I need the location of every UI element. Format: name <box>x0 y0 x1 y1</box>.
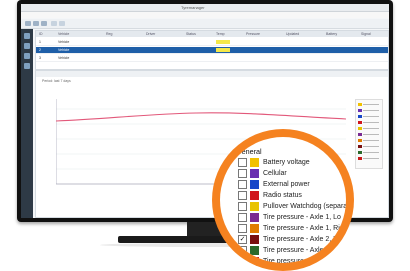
chart-legend-preview <box>355 99 383 169</box>
series-line <box>56 112 346 122</box>
status-highlight <box>216 48 230 52</box>
legend-item[interactable]: Tire pressure - Axle 2, Ri <box>238 245 346 256</box>
legend-label: Pullover Watchdog (separa <box>263 203 346 210</box>
col-header[interactable]: Updated <box>286 32 299 36</box>
nav-settings-icon[interactable] <box>24 63 30 69</box>
toolbar-button-icon[interactable] <box>51 21 57 26</box>
legend-swatch <box>250 235 259 244</box>
col-header[interactable]: Driver <box>146 32 155 36</box>
col-header[interactable]: Status <box>186 32 196 36</box>
legend-checkbox[interactable] <box>238 158 247 167</box>
cell-id: 1 <box>39 40 41 44</box>
cell-vehicle: Vehicle <box>58 40 70 44</box>
legend-label: External power <box>263 181 310 188</box>
chart-tabs <box>36 71 388 77</box>
legend-item[interactable]: Pullover Watchdog (separa <box>238 201 346 212</box>
legend-checkbox[interactable] <box>238 169 247 178</box>
legend-swatch <box>250 257 259 263</box>
col-header[interactable]: Reg <box>106 32 112 36</box>
menu-bar: File Edit View Tools Help <box>21 12 389 26</box>
legend-checkbox[interactable] <box>238 191 247 200</box>
toolbar <box>21 19 389 29</box>
legend-swatch <box>250 158 259 167</box>
legend-label: Tire pressure - Axle 1, Ri <box>263 225 340 232</box>
legend-item[interactable]: Tire pressure - Axle 1, Lo <box>238 212 346 223</box>
table-row[interactable]: 3 Vehicle <box>36 55 388 62</box>
table-row-selected[interactable]: 2 Vehicle <box>36 47 388 54</box>
magnifier-lens: General Battery voltage Cellular External … <box>220 137 346 263</box>
legend-label: Radio status <box>263 192 302 199</box>
nav-vehicles-icon[interactable] <box>24 43 30 49</box>
col-header[interactable]: Battery <box>326 32 337 36</box>
vehicle-grid: ID Vehicle Reg Driver Status Temp Pressu… <box>35 30 389 70</box>
legend-checkbox[interactable] <box>238 202 247 211</box>
legend-label: Tire pressure - Axle 1, Lo <box>263 214 341 221</box>
legend-label: Tire pressure - Axle 3, Lo <box>263 258 341 263</box>
status-highlight <box>216 40 230 44</box>
legend-swatch <box>250 169 259 178</box>
window-title: Tyremanager <box>181 5 205 10</box>
cell-vehicle: Vehicle <box>58 48 70 52</box>
legend-swatch <box>250 191 259 200</box>
legend-label: Tire pressure - Axle 2, Ri <box>263 247 340 254</box>
left-navigation <box>21 29 33 218</box>
legend-swatch <box>250 180 259 189</box>
legend-checkbox[interactable] <box>238 257 247 263</box>
col-header[interactable]: Vehicle <box>58 32 69 36</box>
series-legend: General Battery voltage Cellular External … <box>236 147 346 263</box>
legend-checkbox[interactable] <box>238 246 247 255</box>
legend-label: Tire pressure - Axle 2, Lo <box>263 236 341 243</box>
legend-checkbox[interactable] <box>238 180 247 189</box>
nav-home-icon[interactable] <box>24 33 30 39</box>
toolbar-button-icon[interactable] <box>59 21 65 26</box>
toolbar-button-icon[interactable] <box>25 21 31 26</box>
legend-swatch <box>250 224 259 233</box>
legend-swatch <box>250 246 259 255</box>
legend-label: Cellular <box>263 170 287 177</box>
toolbar-button-icon[interactable] <box>41 21 47 26</box>
legend-item[interactable]: External power <box>238 179 346 190</box>
col-header[interactable]: Signal <box>361 32 371 36</box>
legend-group-title: General <box>236 147 262 156</box>
legend-label: Battery voltage <box>263 159 310 166</box>
legend-swatch <box>250 202 259 211</box>
col-header[interactable]: ID <box>39 32 43 36</box>
col-header[interactable]: Pressure <box>246 32 260 36</box>
legend-checkbox[interactable] <box>238 213 247 222</box>
cell-vehicle: Vehicle <box>58 56 70 60</box>
toolbar-button-icon[interactable] <box>33 21 39 26</box>
legend-checkbox[interactable] <box>238 224 247 233</box>
legend-item[interactable]: Tire pressure - Axle 1, Ri <box>238 223 346 234</box>
legend-checkbox[interactable]: ✓ <box>238 235 247 244</box>
legend-item[interactable]: Cellular <box>238 168 346 179</box>
legend-item[interactable]: Battery voltage <box>238 157 346 168</box>
magnifier-ring: General Battery voltage Cellular External … <box>212 129 354 271</box>
title-bar: Tyremanager <box>21 4 389 12</box>
grid-header: ID Vehicle Reg Driver Status Temp Pressu… <box>36 31 388 37</box>
chart-period: Period: last 7 days <box>42 79 71 83</box>
legend-item[interactable]: Tire pressure - Axle 3, Lo <box>238 256 346 263</box>
cell-id: 2 <box>39 48 41 52</box>
legend-item[interactable]: Radio status <box>238 190 346 201</box>
nav-chart-icon[interactable] <box>24 53 30 59</box>
table-row[interactable]: 1 Vehicle <box>36 39 388 46</box>
cell-id: 3 <box>39 56 41 60</box>
legend-item[interactable]: ✓ Tire pressure - Axle 2, Lo <box>238 234 346 245</box>
legend-swatch <box>250 213 259 222</box>
col-header[interactable]: Temp <box>216 32 225 36</box>
